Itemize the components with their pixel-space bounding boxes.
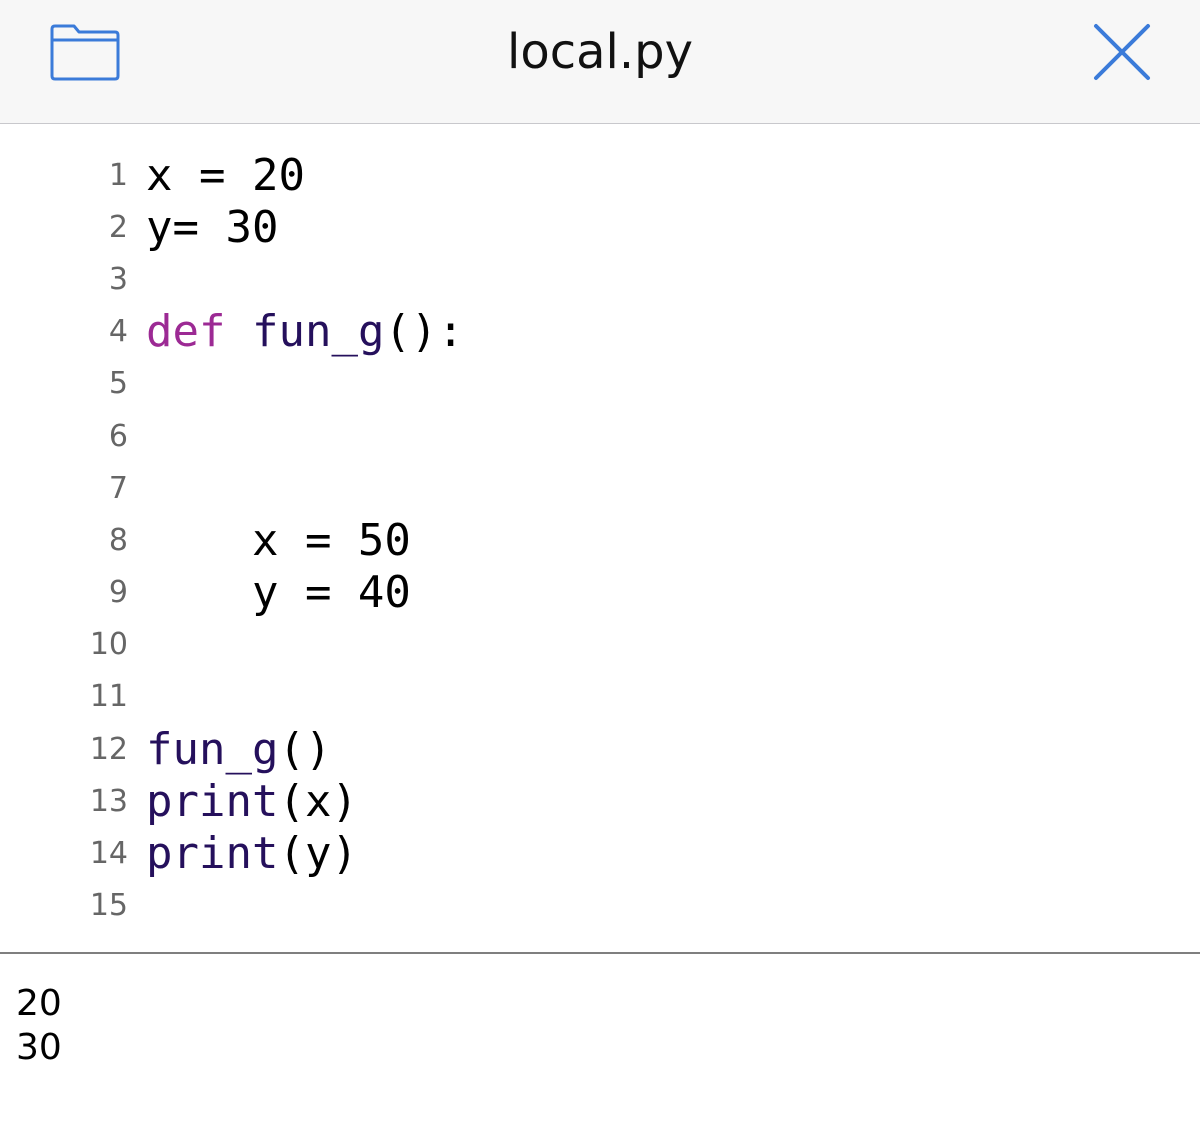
- line-number: 1: [108, 157, 128, 193]
- code-line[interactable]: 12 fun_g(): [0, 723, 1200, 775]
- code-line[interactable]: 13 print(x): [0, 775, 1200, 827]
- close-button[interactable]: [1084, 14, 1160, 90]
- line-code[interactable]: print(y): [128, 828, 358, 879]
- code-line[interactable]: 4 def fun_g():: [0, 306, 1200, 358]
- code-token: x = 20: [146, 149, 305, 201]
- output-line: 20: [16, 983, 62, 1024]
- close-icon: [1094, 24, 1150, 80]
- code-line[interactable]: 1 x = 20: [0, 149, 1200, 201]
- line-number: 6: [108, 418, 128, 454]
- output-line: 30: [16, 1027, 62, 1068]
- code-token: y = 40: [146, 567, 411, 619]
- line-code[interactable]: y= 30: [128, 202, 278, 253]
- code-token: print: [146, 775, 279, 827]
- code-token: ():: [384, 306, 464, 358]
- line-number: 9: [108, 575, 128, 611]
- console-output: 20 30: [0, 954, 1200, 1143]
- code-line[interactable]: 3: [0, 253, 1200, 305]
- folder-button[interactable]: [44, 16, 126, 88]
- line-number: 10: [89, 627, 128, 663]
- line-code[interactable]: def fun_g():: [128, 306, 464, 357]
- line-code[interactable]: fun_g(): [128, 724, 331, 775]
- code-token: (x): [278, 775, 358, 827]
- header-bar: local.py: [0, 0, 1200, 124]
- code-line[interactable]: 2 y= 30: [0, 201, 1200, 253]
- line-number: 15: [89, 888, 128, 924]
- code-line[interactable]: 15: [0, 880, 1200, 932]
- line-number: 11: [89, 679, 128, 715]
- line-number: 5: [108, 366, 128, 402]
- code-line[interactable]: 8 x = 50: [0, 514, 1200, 566]
- code-line[interactable]: 14 print(y): [0, 827, 1200, 879]
- code-token: (y): [278, 828, 358, 880]
- code-token: fun_g: [251, 306, 385, 358]
- file-title: local.py: [507, 24, 693, 80]
- line-number: 8: [108, 522, 128, 558]
- code-line[interactable]: 11: [0, 671, 1200, 723]
- line-code[interactable]: y = 40: [128, 567, 411, 618]
- line-number: 2: [108, 209, 128, 245]
- code-token: def: [146, 306, 226, 358]
- line-code[interactable]: x = 20: [128, 150, 305, 201]
- line-number: 13: [89, 783, 128, 819]
- code-line[interactable]: 5: [0, 358, 1200, 410]
- code-token: fun_g: [146, 723, 279, 775]
- code-token: (): [278, 723, 332, 775]
- code-line[interactable]: 7: [0, 462, 1200, 514]
- code-editor[interactable]: 1x = 20 2 y= 30 3 4 def fun_g(): 5 6 7 8 x = 50 9 …: [0, 125, 1200, 952]
- code-line[interactable]: 6: [0, 410, 1200, 462]
- line-number: 3: [108, 261, 128, 297]
- code-token: y= 30: [146, 201, 279, 253]
- code-token: x = 50: [146, 514, 411, 566]
- line-number: 12: [89, 731, 128, 767]
- line-code[interactable]: x = 50: [128, 515, 411, 566]
- line-code[interactable]: print(x): [128, 776, 358, 827]
- code-token: print: [146, 828, 279, 880]
- code-line[interactable]: 10: [0, 619, 1200, 671]
- line-number: 4: [108, 314, 128, 350]
- code-line[interactable]: 9 y = 40: [0, 567, 1200, 619]
- line-number: 7: [108, 470, 128, 506]
- line-number: 14: [89, 836, 128, 872]
- folder-icon: [50, 24, 120, 81]
